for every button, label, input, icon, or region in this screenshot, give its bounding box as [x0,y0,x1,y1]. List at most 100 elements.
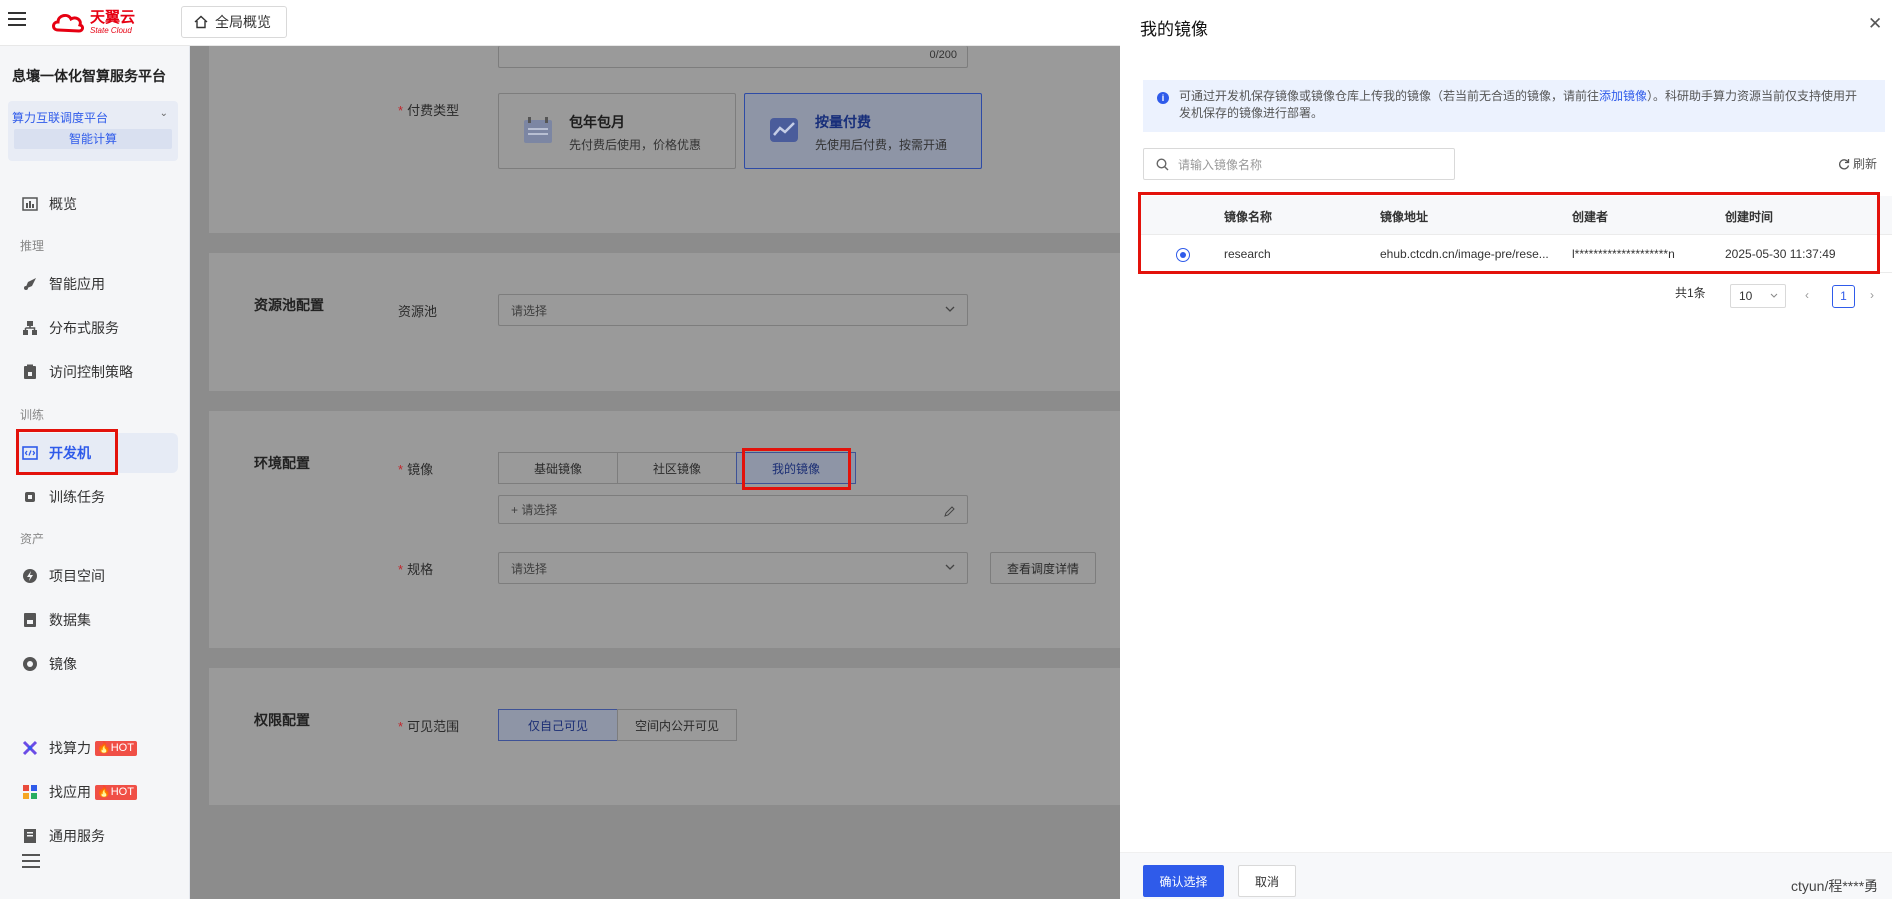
tab-community-image[interactable]: 社区镜像 [617,452,737,484]
sidebar-item-label: 分布式服务 [49,320,119,336]
permission-card: 权限配置 * 可见范围 仅自己可见 空间内公开可见 [209,668,1120,805]
global-overview-button[interactable]: 全局概览 [181,6,287,38]
add-image-link[interactable]: 添加镜像 [1599,89,1647,103]
menu-icon[interactable] [8,12,26,28]
pay-option-desc: 先使用后付费，按需开通 [815,138,948,152]
sidebar-item-label: 概览 [49,196,77,212]
pay-option-on-demand[interactable]: 按量付费 先使用后付费，按需开通 [744,93,982,169]
visibility-private[interactable]: 仅自己可见 [498,709,618,741]
image-select[interactable]: + 请选择 [498,495,968,524]
tab-my-image[interactable]: 我的镜像 [736,452,856,484]
description-textarea[interactable]: 0/200 [498,46,968,68]
rocket-icon [22,276,38,292]
search-icon [1156,157,1169,170]
user-watermark: ctyun/程****勇 [1791,878,1879,894]
resource-pool-select[interactable]: 请选择 [498,294,968,326]
perm-section-title: 权限配置 [254,712,310,728]
pay-option-title: 按量付费 [815,114,871,130]
col-creator: 创建者 [1572,210,1609,224]
spec-detail-button[interactable]: 查看调度详情 [990,552,1096,584]
compute-star-icon [22,740,38,756]
scheduler-switch[interactable]: 算力互联调度平台 ⌄ 智能计算 [8,101,178,161]
sidebar-item-dataset[interactable]: 数据集 [16,600,178,640]
edit-pencil-icon [944,505,955,517]
next-page-icon[interactable]: › [1870,288,1874,302]
sidebar-item-smart-app[interactable]: 智能应用 [16,264,178,304]
hot-badge: 🔥HOT [95,740,137,756]
sidebar-item-overview[interactable]: 概览 [16,184,178,224]
table-row[interactable]: research ehub.ctcdn.cn/image-pre/rese...… [1138,235,1892,273]
image-select-placeholder: + 请选择 [511,503,558,517]
page-number-current[interactable]: 1 [1832,285,1855,308]
bar-chart-icon [22,196,38,212]
resource-pool-card: 资源池配置 资源池 请选择 [209,253,1120,391]
sidebar-item-label: 训练任务 [49,489,105,505]
spec-label-text: 规格 [407,562,434,577]
sidebar-item-find-app[interactable]: 找应用 🔥HOT [16,772,178,812]
platform-title: 息壤一体化智算服务平台 [12,68,166,84]
confirm-select-button[interactable]: 确认选择 [1143,865,1224,897]
pay-option-title: 包年包月 [569,114,625,130]
sidebar-item-label: 找应用 [49,784,91,800]
logo-en-text: State Cloud [90,25,132,35]
sidebar-item-image[interactable]: 镜像 [16,644,178,684]
refresh-label: 刷新 [1853,157,1878,171]
sidebar-item-project-space[interactable]: 项目空间 [16,556,178,596]
spec-placeholder: 请选择 [511,561,548,576]
spec-select[interactable]: 请选择 [498,552,968,584]
sidebar-item-label: 找算力 [49,740,91,756]
image-label: * 镜像 [398,462,434,477]
image-search-input[interactable]: 请输入镜像名称 [1143,148,1455,180]
collapse-menu-icon[interactable] [22,854,40,868]
clipboard-lock-icon [22,364,38,380]
hot-badge-text: HOT [110,785,134,798]
close-icon[interactable]: ✕ [1868,14,1882,34]
home-icon [194,15,208,29]
drawer-title: 我的镜像 [1140,20,1208,39]
resource-section-title: 资源池配置 [254,297,324,313]
section-training: 训练 [20,408,45,422]
visibility-space-public[interactable]: 空间内公开可见 [617,709,737,741]
code-window-icon [22,445,38,461]
col-created-time: 创建时间 [1725,210,1774,224]
lightning-icon [22,568,38,584]
network-icon [22,320,38,336]
env-section-title: 环境配置 [254,455,310,471]
col-address: 镜像地址 [1380,210,1429,224]
scheduler-label: 算力互联调度平台 [12,111,109,125]
sidebar: 息壤一体化智算服务平台 算力互联调度平台 ⌄ 智能计算 概览 推理 智能应用 分… [0,46,190,899]
apps-grid-icon [22,784,38,800]
visibility-label: * 可见范围 [398,719,460,734]
refresh-button[interactable]: 刷新 [1838,155,1877,172]
payment-card: 0/200 * 付费类型 包年包月 先付费后使用，价格优惠 按量付费 先使用后付费… [209,46,1120,233]
book-icon [22,828,38,844]
cell-name: research [1224,247,1271,261]
sidebar-item-general-service[interactable]: 通用服务 [16,816,178,856]
chevron-down-icon [1770,293,1778,298]
prev-page-icon[interactable]: ‹ [1805,288,1809,302]
cell-address: ehub.ctcdn.cn/image-pre/rese... [1380,247,1549,261]
tab-base-image[interactable]: 基础镜像 [498,452,618,484]
sidebar-item-label: 镜像 [49,656,77,672]
table-header: 镜像名称 镜像地址 创建者 创建时间 [1138,196,1892,235]
sidebar-item-training-task[interactable]: 训练任务 [16,477,178,517]
cancel-button[interactable]: 取消 [1238,865,1296,897]
sidebar-item-label: 智能应用 [49,276,105,292]
sidebar-item-find-compute[interactable]: 找算力 🔥HOT [16,728,178,768]
database-icon [22,612,38,628]
sidebar-item-dev-machine[interactable]: 开发机 [16,433,178,473]
sidebar-item-access-policy[interactable]: 访问控制策略 [16,352,178,392]
row-radio[interactable] [1176,248,1190,262]
pay-option-yearly[interactable]: 包年包月 先付费后使用，价格优惠 [498,93,736,169]
visibility-label-text: 可见范围 [407,719,460,734]
hot-badge: 🔥HOT [95,784,137,800]
section-assets: 资产 [20,532,45,546]
cloud-logo-icon [52,13,84,33]
logo[interactable]: 天翼云 State Cloud [50,8,135,36]
page-size-select[interactable]: 10 [1730,284,1786,308]
chevron-down-icon: ⌄ [159,108,168,119]
spec-label: * 规格 [398,562,434,577]
sidebar-item-distributed[interactable]: 分布式服务 [16,308,178,348]
image-label-text: 镜像 [407,462,434,477]
cell-creator: l********************n [1572,247,1675,261]
